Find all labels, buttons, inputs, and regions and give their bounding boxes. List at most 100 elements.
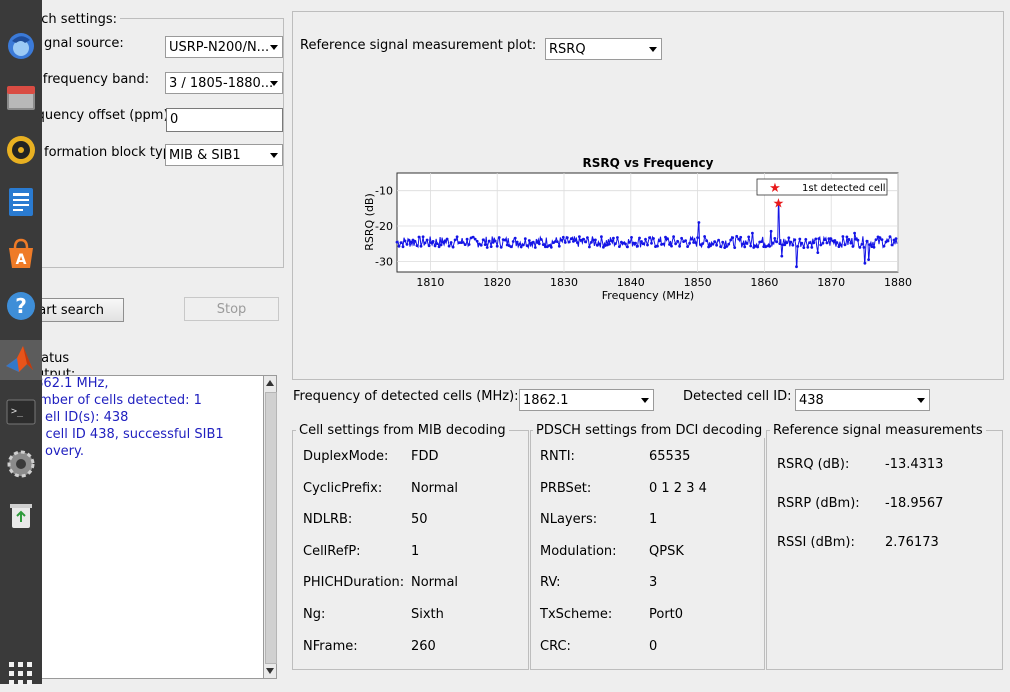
scroll-up-icon[interactable] <box>266 380 274 386</box>
refsig-key: RSRQ (dB): <box>777 457 850 472</box>
status-output-box[interactable]: At 1862.1 MHz, Number of cells detected:… <box>5 375 264 679</box>
data-point <box>789 240 793 244</box>
data-point <box>795 265 798 269</box>
data-point <box>475 239 479 243</box>
data-point <box>590 240 593 244</box>
data-point <box>880 238 884 241</box>
pdsch-value: 1 <box>649 512 658 528</box>
refsig-value: -18.9567 <box>885 496 944 511</box>
signal-source-dropdown[interactable]: USRP-N200/N... <box>165 36 283 58</box>
data-point <box>630 236 633 239</box>
data-point <box>829 237 833 240</box>
terminal-icon[interactable]: >_ <box>3 394 39 430</box>
data-point <box>608 242 611 246</box>
data-point <box>733 246 737 249</box>
mib-key: CyclicPrefix: <box>303 480 383 496</box>
matlab-icon[interactable] <box>3 342 39 378</box>
data-point <box>874 238 878 241</box>
mib-key: NFrame: <box>303 638 358 654</box>
detected-freq-dropdown[interactable]: 1862.1 <box>519 389 654 411</box>
signal-source-label: gnal source: <box>44 36 124 51</box>
detected-cell-value: 438 <box>799 393 824 408</box>
data-point <box>650 241 653 245</box>
files-icon[interactable] <box>3 80 39 116</box>
data-point <box>843 243 847 247</box>
data-point <box>739 235 743 239</box>
data-point <box>439 243 443 247</box>
data-point <box>600 235 603 239</box>
mib-value: 260 <box>411 638 436 654</box>
thunderbird-icon[interactable] <box>3 28 39 64</box>
data-point <box>735 234 739 238</box>
data-point <box>455 235 459 239</box>
info-block-label: formation block type: <box>44 145 184 160</box>
data-point <box>886 239 890 243</box>
data-point <box>397 244 401 248</box>
data-point <box>666 237 669 241</box>
data-point <box>711 242 714 246</box>
mib-key: PHICHDuration: <box>303 575 405 591</box>
data-point <box>688 241 691 245</box>
data-point <box>421 235 425 239</box>
data-point <box>684 239 687 243</box>
data-point <box>527 239 531 242</box>
mib-key: DuplexMode: <box>303 449 389 464</box>
apps-grid-icon[interactable] <box>3 656 39 692</box>
data-point <box>517 243 521 246</box>
pdsch-key: RNTI: <box>540 449 575 464</box>
scroll-thumb[interactable] <box>265 392 277 664</box>
mib-key: CellRefP: <box>303 543 361 559</box>
mib-key: NDLRB: <box>303 512 353 528</box>
chevron-down-icon <box>641 398 649 403</box>
legend-label: 1st detected cell <box>802 183 886 194</box>
rhythmbox-icon[interactable] <box>3 132 39 168</box>
data-point <box>586 236 589 239</box>
info-block-dropdown[interactable]: MIB & SIB1 <box>165 144 283 166</box>
data-point <box>865 239 869 243</box>
data-point <box>487 239 491 243</box>
software-icon[interactable]: A <box>3 236 39 272</box>
band-dropdown[interactable]: 3 / 1805-1880... <box>165 72 283 94</box>
data-point <box>584 240 587 244</box>
data-point <box>778 242 782 245</box>
data-point <box>773 237 777 240</box>
data-point <box>648 236 651 239</box>
band-value: 3 / 1805-1880... <box>169 76 274 91</box>
data-point <box>756 245 760 249</box>
data-point <box>845 235 849 239</box>
data-point <box>658 239 661 243</box>
detected-freq-value: 1862.1 <box>523 393 569 408</box>
y-tick-label: -10 <box>375 185 393 198</box>
svg-text:?: ? <box>15 294 27 318</box>
data-point <box>582 237 585 241</box>
help-icon[interactable]: ? <box>3 288 39 324</box>
data-point <box>816 251 820 254</box>
writer-icon[interactable] <box>3 184 39 220</box>
trash-icon[interactable] <box>3 498 39 534</box>
data-point <box>401 245 405 249</box>
data-point <box>634 241 637 245</box>
data-point <box>662 242 665 246</box>
data-point <box>541 243 545 246</box>
data-point <box>806 245 810 249</box>
detected-cell-dropdown[interactable]: 438 <box>795 389 930 411</box>
settings-icon[interactable] <box>3 446 39 482</box>
scroll-down-icon[interactable] <box>266 668 274 674</box>
mib-value: 50 <box>411 512 428 528</box>
data-point <box>485 246 489 249</box>
data-point <box>674 242 677 246</box>
plot-selector-dropdown[interactable]: RSRQ <box>545 38 662 60</box>
stop-button[interactable]: Stop <box>184 297 279 321</box>
data-point <box>787 236 791 240</box>
data-point <box>557 244 561 248</box>
status-scrollbar[interactable] <box>263 375 277 679</box>
detected-cell-star-icon: ★ <box>773 197 785 212</box>
data-point <box>531 240 535 244</box>
data-point <box>793 238 797 242</box>
offset-input[interactable]: 0 <box>166 108 283 132</box>
data-point <box>427 244 431 248</box>
y-tick-label: -30 <box>375 255 393 268</box>
refsig-title: Reference signal measurements <box>770 423 986 438</box>
data-point <box>694 241 697 244</box>
data-point <box>810 246 814 249</box>
